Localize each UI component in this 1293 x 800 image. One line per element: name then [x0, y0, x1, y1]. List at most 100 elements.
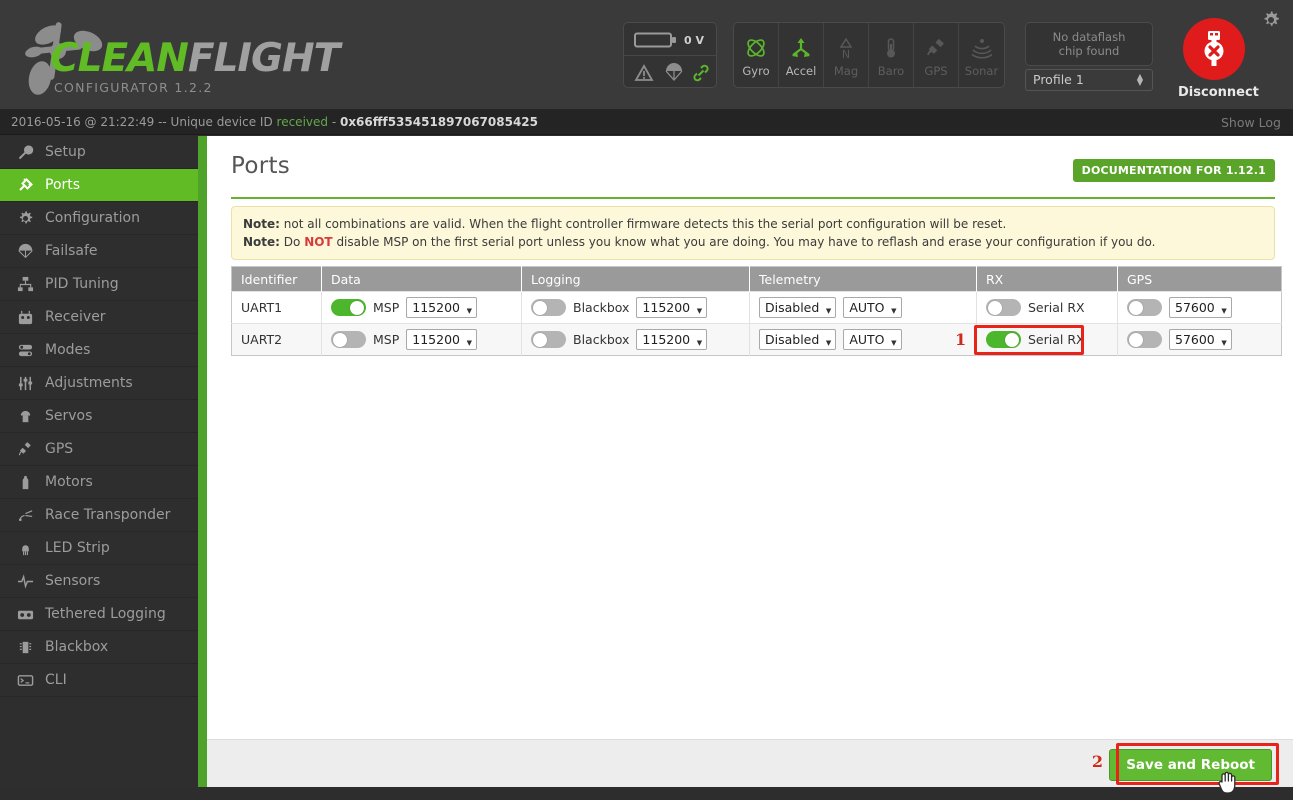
sidebar-item-setup-label: Setup — [45, 144, 86, 160]
sidebar-item-sensors[interactable]: Sensors — [0, 565, 198, 598]
sidebar-item-modes-label: Modes — [45, 342, 91, 358]
note1-label: Note: — [243, 217, 280, 231]
cell-telemetry: Disabled AUTO — [749, 323, 977, 356]
usb-disconnect-icon — [1183, 18, 1245, 80]
blackbox-baud-select[interactable]: 115200 — [636, 297, 708, 321]
log-status-word: received — [276, 115, 328, 129]
warning-icon — [634, 64, 654, 81]
logo-subtitle: CONFIGURATOR 1.2.2 — [54, 80, 213, 95]
col-logging: Logging — [521, 266, 750, 292]
svg-text:N: N — [842, 48, 850, 60]
servo-icon — [14, 407, 36, 425]
battery-voltage: 0 V — [684, 34, 704, 47]
sensor-gps-label: GPS — [924, 64, 948, 78]
faders-icon — [14, 374, 36, 392]
log-timestamp: 2016-05-16 @ 21:22:49 -- Unique device I… — [11, 115, 277, 129]
sidebar-item-cli[interactable]: CLI — [0, 664, 198, 697]
app-logo: CLEANFLIGHT CONFIGURATOR 1.2.2 — [12, 8, 340, 103]
logo-flight-text: FLIGHT — [187, 36, 340, 81]
gps-toggle[interactable] — [1127, 299, 1162, 316]
table-header-row: Identifier Data Logging Telemetry RX GPS — [231, 266, 1282, 292]
show-log-link[interactable]: Show Log — [1221, 110, 1281, 135]
cell-logging: Blackbox 115200 — [521, 291, 750, 324]
serial-rx-toggle[interactable] — [986, 299, 1021, 316]
gear-icon[interactable] — [1261, 10, 1281, 34]
led-icon — [14, 539, 36, 557]
sidebar-item-adjustments-label: Adjustments — [45, 375, 133, 391]
sidebar-item-ports-label: Ports — [45, 177, 81, 193]
pulse-icon — [14, 572, 36, 590]
sidebar-item-setup[interactable]: Setup — [0, 136, 198, 169]
sidebar-item-failsafe[interactable]: Failsafe — [0, 235, 198, 268]
sidebar-item-gps[interactable]: GPS — [0, 433, 198, 466]
sidebar-item-receiver[interactable]: Receiver — [0, 301, 198, 334]
logo-clean-text: CLEAN — [50, 36, 189, 81]
msp-label: MSP — [373, 300, 400, 315]
telemetry-baud-select[interactable]: AUTO — [843, 297, 902, 321]
sidebar-item-pid-tuning[interactable]: PID Tuning — [0, 268, 198, 301]
gps-baud-select[interactable]: 57600 — [1169, 297, 1232, 321]
msp-baud-select[interactable]: 115200 — [406, 297, 477, 321]
status-log-bar: 2016-05-16 @ 21:22:49 -- Unique device I… — [0, 110, 1293, 135]
transponder-icon — [14, 506, 36, 524]
serial-rx-label: Serial RX — [1028, 300, 1085, 315]
serial-rx-toggle[interactable] — [986, 331, 1021, 348]
sidebar-item-blackbox-label: Blackbox — [45, 639, 109, 655]
blackbox-toggle[interactable] — [531, 331, 566, 348]
page-title: Ports — [231, 153, 291, 179]
msp-toggle[interactable] — [331, 299, 366, 316]
cell-gps: 57600 — [1117, 291, 1282, 324]
cell-rx: Serial RX — [976, 323, 1118, 356]
updown-arrows-icon: ▲ ▼ — [1136, 72, 1143, 87]
sidebar-item-race-transponder[interactable]: Race Transponder — [0, 499, 198, 532]
sitemap-icon — [14, 275, 36, 293]
notes-panel: Note: not all combinations are valid. Wh… — [231, 206, 1275, 260]
note1-text: not all combinations are valid. When the… — [279, 217, 1007, 231]
log-device-id: 0x66fff535451897067085425 — [339, 115, 538, 129]
telemetry-baud-select[interactable]: AUTO — [843, 329, 902, 353]
cell-data: MSP 115200 — [321, 323, 522, 356]
sidebar-item-modes[interactable]: Modes — [0, 334, 198, 367]
blackbox-toggle[interactable] — [531, 299, 566, 316]
blackbox-label: Blackbox — [573, 300, 630, 315]
telemetry-type-select[interactable]: Disabled — [759, 297, 837, 321]
mag-icon: N — [834, 32, 858, 63]
toggle-knob — [1129, 332, 1143, 347]
sidebar-item-motors-label: Motors — [45, 474, 93, 490]
terminal-icon — [14, 671, 36, 689]
sidebar-item-motors[interactable]: Motors — [0, 466, 198, 499]
sensor-accel: Accel — [779, 23, 824, 87]
msp-toggle[interactable] — [331, 331, 366, 348]
sidebar-item-tethered-logging[interactable]: Tethered Logging — [0, 598, 198, 631]
sidebar-item-led-strip[interactable]: LED Strip — [0, 532, 198, 565]
disconnect-button[interactable]: Disconnect — [1178, 18, 1259, 100]
baro-icon — [879, 32, 903, 63]
sidebar-item-servos[interactable]: Servos — [0, 400, 198, 433]
gps-toggle[interactable] — [1127, 331, 1162, 348]
msp-baud-select[interactable]: 115200 — [406, 329, 477, 353]
ports-table: Identifier Data Logging Telemetry RX GPS… — [231, 266, 1282, 356]
sidebar-item-pid-tuning-label: PID Tuning — [45, 276, 119, 292]
disconnect-label: Disconnect — [1178, 85, 1259, 100]
main-content: Ports DOCUMENTATION FOR 1.12.1 Note: not… — [198, 136, 1293, 794]
note2-pre: Do — [279, 235, 305, 249]
dataflash-line1: No dataflash — [1052, 30, 1126, 44]
gps-baud-select[interactable]: 57600 — [1169, 329, 1232, 353]
transmitter-icon — [14, 308, 36, 326]
sensor-sonar: Sonar — [959, 23, 1004, 87]
telemetry-type-select[interactable]: Disabled — [759, 329, 837, 353]
documentation-button[interactable]: DOCUMENTATION FOR 1.12.1 — [1072, 159, 1275, 182]
sidebar-item-blackbox[interactable]: Blackbox — [0, 631, 198, 664]
col-telemetry: Telemetry — [749, 266, 977, 292]
sidebar-item-ports[interactable]: Ports — [0, 169, 198, 202]
sidebar-item-configuration[interactable]: Configuration — [0, 202, 198, 235]
profile-select[interactable]: Profile 1 ▲ ▼ — [1025, 69, 1153, 91]
sidebar-item-adjustments[interactable]: Adjustments — [0, 367, 198, 400]
sonar-icon — [970, 32, 994, 63]
blackbox-baud-select[interactable]: 115200 — [636, 329, 708, 353]
sensor-baro-label: Baro — [877, 64, 905, 78]
sensor-accel-label: Accel — [785, 64, 817, 78]
cell-identifier: UART2 — [231, 323, 322, 356]
save-and-reboot-button[interactable]: Save and Reboot — [1109, 749, 1272, 781]
logo-wordmark: CLEANFLIGHT — [50, 36, 340, 81]
